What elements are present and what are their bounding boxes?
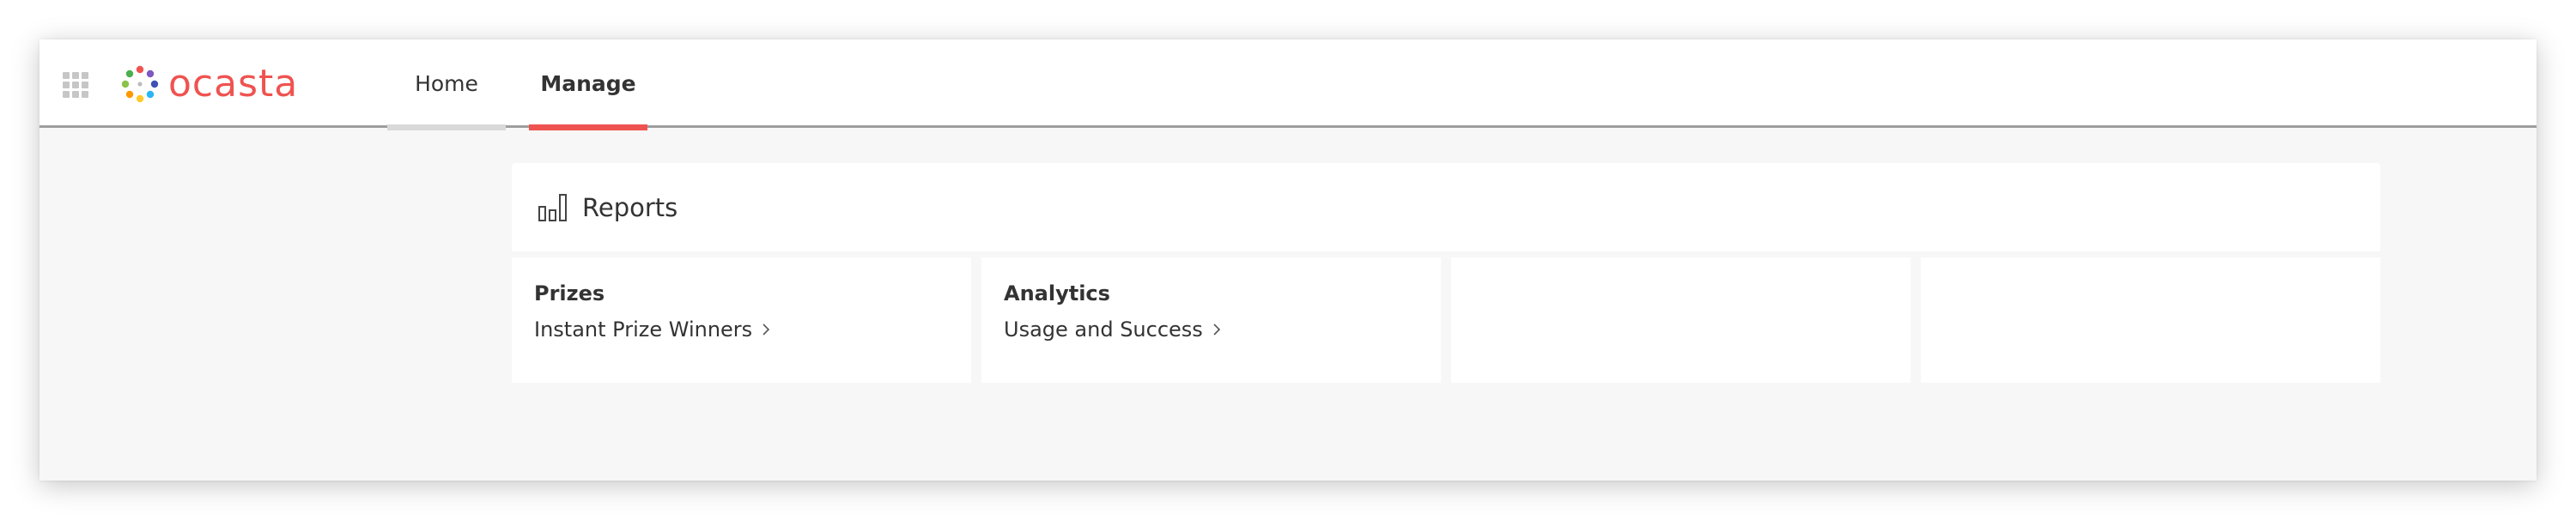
- bar-chart-icon: [538, 193, 567, 221]
- reports-title: Reports: [582, 192, 678, 222]
- top-navigation-bar: ocasta Home Manage: [39, 39, 2537, 130]
- report-card-prizes: Prizes Instant Prize Winners: [512, 257, 971, 383]
- logo-mark-icon: [121, 65, 159, 103]
- report-cards: Prizes Instant Prize Winners Analytics U…: [512, 257, 2380, 383]
- usage-and-success-link[interactable]: Usage and Success: [1004, 317, 1222, 342]
- report-card-analytics: Analytics Usage and Success: [981, 257, 1441, 383]
- tab-home[interactable]: Home: [387, 39, 506, 130]
- tab-home-indicator: [387, 124, 506, 130]
- app-window: ocasta Home Manage Reports Prizes Instan…: [39, 39, 2537, 481]
- tab-manage[interactable]: Manage: [529, 39, 647, 130]
- usage-and-success-label: Usage and Success: [1004, 317, 1203, 342]
- logo-wordmark: ocasta: [168, 62, 299, 106]
- ocasta-logo[interactable]: ocasta: [118, 60, 298, 108]
- reports-panel: Reports Prizes Instant Prize Winners Ana…: [512, 163, 2380, 383]
- reports-header: Reports: [512, 163, 2380, 251]
- chevron-right-icon: [762, 323, 770, 336]
- chevron-right-icon: [1213, 323, 1220, 336]
- tab-manage-label: Manage: [540, 71, 636, 96]
- instant-prize-winners-label: Instant Prize Winners: [534, 317, 753, 342]
- card-title-prizes: Prizes: [534, 281, 605, 305]
- app-grid-icon[interactable]: [63, 72, 88, 98]
- tab-manage-active-indicator: [529, 124, 647, 130]
- report-card-empty: [1451, 257, 1911, 383]
- tab-home-label: Home: [415, 71, 478, 96]
- card-title-analytics: Analytics: [1004, 281, 1110, 305]
- report-card-empty: [1921, 257, 2380, 383]
- instant-prize-winners-link[interactable]: Instant Prize Winners: [534, 317, 771, 342]
